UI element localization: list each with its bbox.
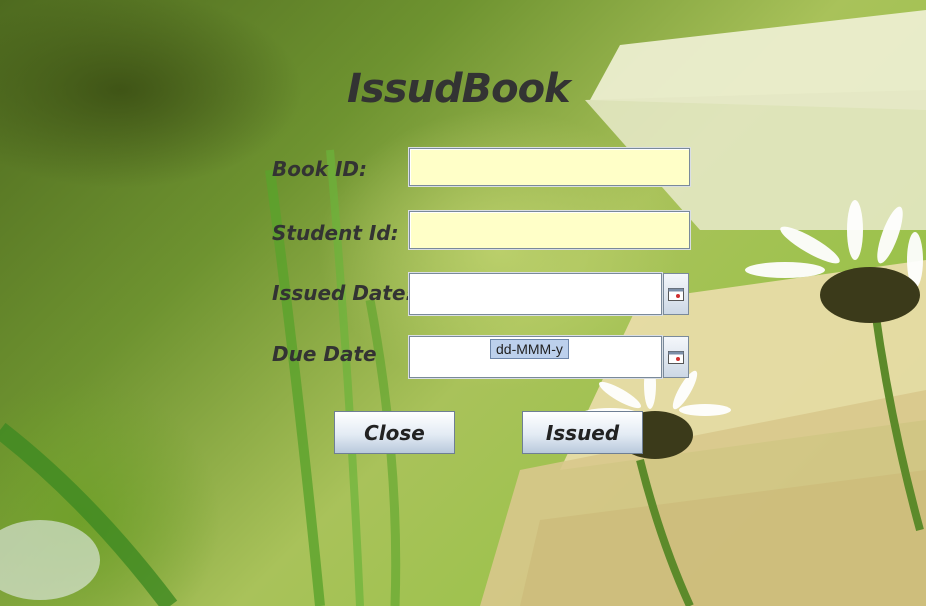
issued-button[interactable]: Issued bbox=[522, 411, 643, 454]
calendar-icon bbox=[668, 288, 684, 301]
date-format-tooltip: dd-MMM-y bbox=[490, 339, 569, 359]
student-id-label: Student Id: bbox=[272, 221, 399, 245]
due-date-calendar-button[interactable] bbox=[663, 336, 689, 378]
issued-date-label: Issued Date: bbox=[272, 281, 414, 305]
page-title: IssudBook bbox=[347, 66, 571, 112]
close-button[interactable]: Close bbox=[334, 411, 455, 454]
issued-date-calendar-button[interactable] bbox=[663, 273, 689, 315]
book-id-label: Book ID: bbox=[272, 157, 368, 181]
calendar-icon bbox=[668, 351, 684, 364]
due-date-label: Due Date bbox=[272, 342, 377, 366]
issued-date-field[interactable] bbox=[409, 273, 662, 315]
student-id-field[interactable] bbox=[409, 211, 690, 249]
book-id-field[interactable] bbox=[409, 148, 690, 186]
